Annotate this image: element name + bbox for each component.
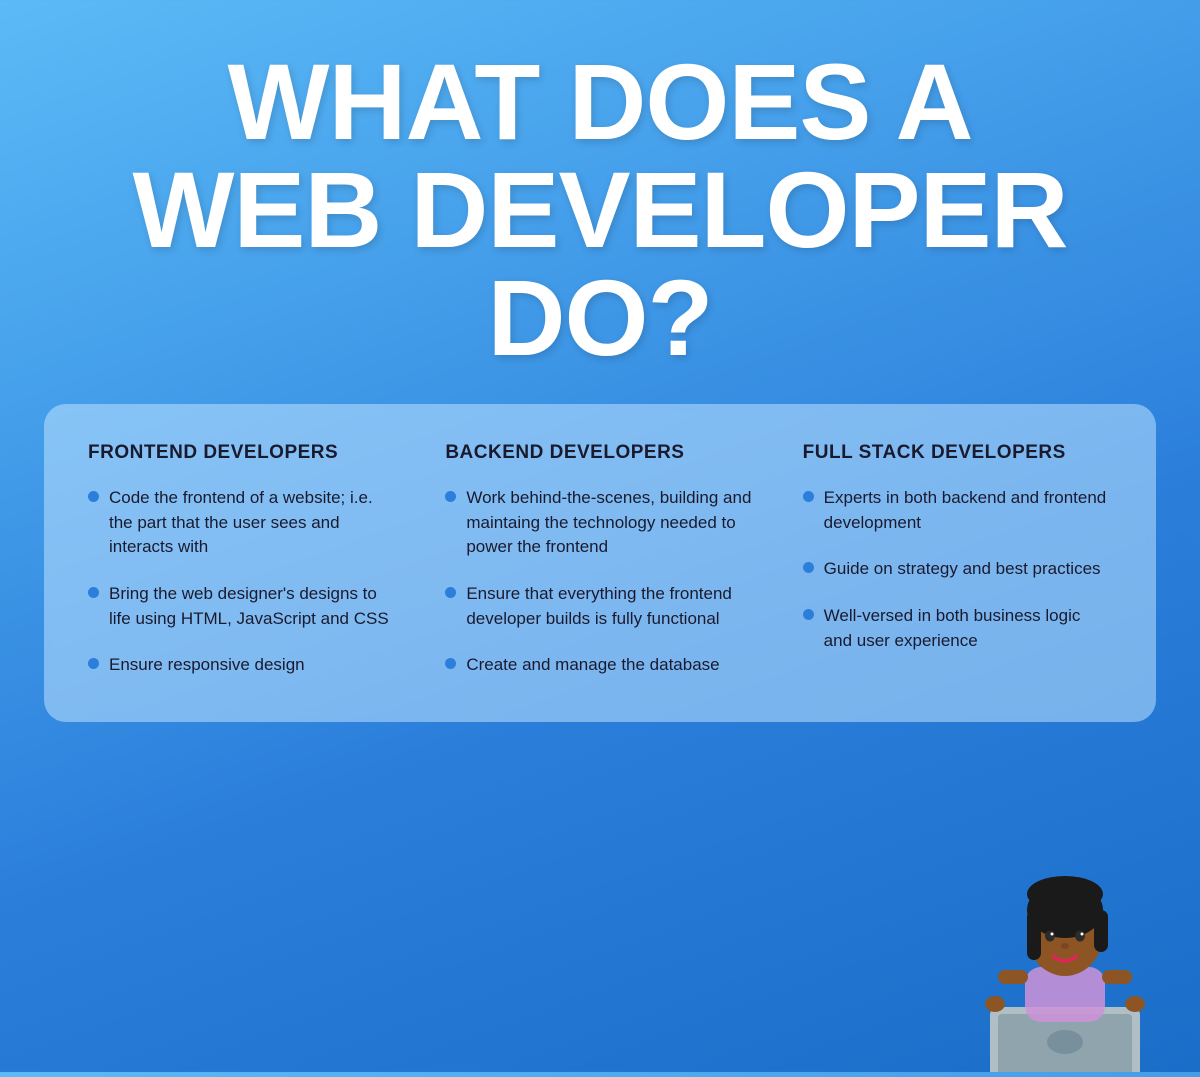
avatar-illustration [970, 852, 1170, 1072]
bullet-dot [803, 562, 814, 573]
bullet-dot [803, 491, 814, 502]
list-item: Create and manage the database [445, 653, 754, 678]
bullet-dot [445, 587, 456, 598]
backend-list: Work behind-the-scenes, building and mai… [445, 486, 754, 678]
frontend-list: Code the frontend of a website; i.e. the… [88, 486, 397, 678]
main-title: WHAT DOES A WEB DEVELOPER DO? [60, 48, 1140, 372]
list-item: Ensure responsive design [88, 653, 397, 678]
backend-title: BACKEND DEVELOPERS [445, 442, 754, 464]
list-item: Experts in both backend and frontend dev… [803, 486, 1112, 535]
fullstack-list: Experts in both backend and frontend dev… [803, 486, 1112, 653]
bullet-dot [88, 587, 99, 598]
fullstack-column: FULL STACK DEVELOPERS Experts in both ba… [779, 442, 1112, 678]
bullet-dot [803, 609, 814, 620]
info-card: FRONTEND DEVELOPERS Code the frontend of… [44, 404, 1156, 722]
list-item: Guide on strategy and best practices [803, 557, 1112, 582]
list-item: Well-versed in both business logic and u… [803, 604, 1112, 653]
header: WHAT DOES A WEB DEVELOPER DO? [0, 0, 1200, 404]
list-item: Code the frontend of a website; i.e. the… [88, 486, 397, 560]
bullet-dot [88, 491, 99, 502]
bullet-dot [445, 491, 456, 502]
frontend-column: FRONTEND DEVELOPERS Code the frontend of… [88, 442, 421, 678]
bullet-dot [445, 658, 456, 669]
list-item: Work behind-the-scenes, building and mai… [445, 486, 754, 560]
backend-column: BACKEND DEVELOPERS Work behind-the-scene… [421, 442, 778, 678]
fullstack-title: FULL STACK DEVELOPERS [803, 442, 1112, 464]
list-item: Ensure that everything the frontend deve… [445, 582, 754, 631]
bullet-dot [88, 658, 99, 669]
avatar-container [970, 852, 1170, 1072]
frontend-title: FRONTEND DEVELOPERS [88, 442, 397, 464]
list-item: Bring the web designer's designs to life… [88, 582, 397, 631]
